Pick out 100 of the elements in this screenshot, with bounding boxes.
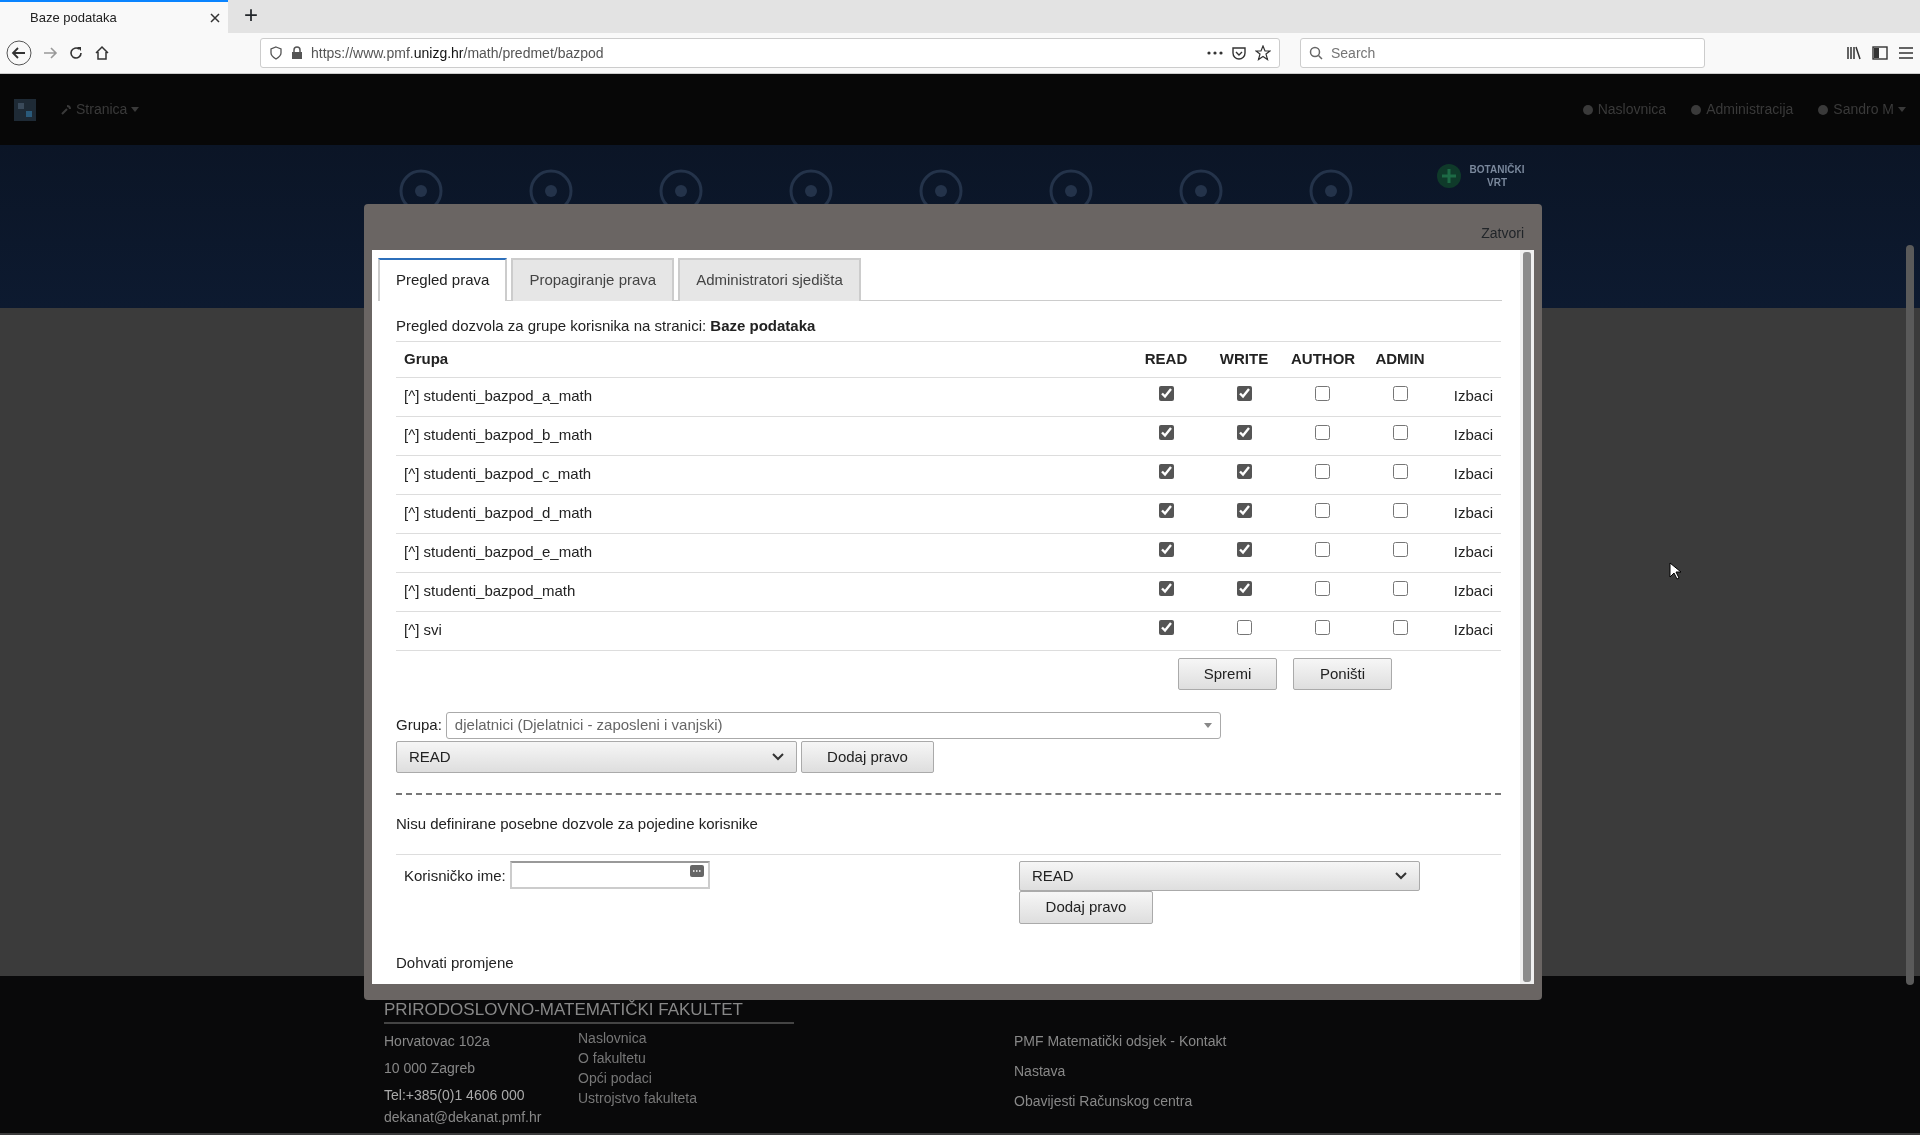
browser-tab[interactable]: Baze podataka: [0, 0, 228, 33]
checkbox[interactable]: [1158, 503, 1174, 519]
checkbox[interactable]: [1392, 386, 1408, 402]
tab-title: Baze podataka: [30, 8, 117, 27]
address-line: Tel:+385(0)1 4606 000: [384, 1086, 526, 1105]
sidebar-icon[interactable]: [1872, 45, 1888, 61]
checkbox[interactable]: [1158, 542, 1174, 558]
intro-text: Pregled dozvola za grupe korisnika na stranici: Baze podataka: [396, 315, 817, 336]
remove-link[interactable]: Izbaci: [1453, 582, 1493, 600]
checkbox[interactable]: [1314, 581, 1330, 597]
checkbox[interactable]: [1314, 386, 1330, 402]
new-tab-button[interactable]: +: [228, 0, 274, 33]
tab[interactable]: Administratori sjedišta: [678, 258, 861, 301]
scrollbar-thumb[interactable]: [1523, 252, 1531, 982]
remove-link[interactable]: Izbaci: [1453, 426, 1493, 444]
column-header: WRITE: [1205, 341, 1283, 377]
footer-link[interactable]: Nastava: [1014, 1056, 1227, 1086]
scrollbar-thumb[interactable]: [1906, 245, 1914, 985]
remove-link[interactable]: Izbaci: [1453, 621, 1493, 639]
address-bar[interactable]: https://www.pmf.unizg.hr/math/predmet/bazpod: [260, 38, 1280, 68]
chevron-icon: [1395, 871, 1407, 880]
checkbox[interactable]: [1392, 464, 1408, 480]
remove-link[interactable]: Izbaci: [1453, 543, 1493, 561]
footer-link[interactable]: Ustrojstvo fakulteta: [578, 1088, 698, 1108]
search-field[interactable]: Search: [1300, 38, 1705, 68]
checkbox[interactable]: [1158, 464, 1174, 480]
checkbox[interactable]: [1158, 425, 1174, 441]
checkbox[interactable]: [1236, 386, 1252, 402]
wrench-icon: [60, 103, 72, 116]
group-name: [^] studenti_bazpod_e_math: [396, 533, 1127, 572]
checkbox[interactable]: [1236, 542, 1252, 558]
remove-link[interactable]: Izbaci: [1453, 504, 1493, 522]
library-icon[interactable]: [1846, 45, 1862, 61]
username-field[interactable]: [509, 860, 710, 889]
more-icon[interactable]: [1207, 51, 1223, 55]
checkbox[interactable]: [1392, 542, 1408, 558]
column-header: READ: [1127, 341, 1205, 377]
column-header: Grupa: [396, 341, 1127, 377]
remove-link[interactable]: Izbaci: [1453, 465, 1493, 483]
checkbox[interactable]: [1392, 503, 1408, 519]
logo-icon[interactable]: [14, 98, 36, 121]
keyboard-icon: [689, 864, 704, 877]
add-button[interactable]: Dodaj pravo: [801, 740, 934, 773]
cursor-icon: [1669, 562, 1681, 580]
checkbox[interactable]: [1314, 503, 1330, 519]
banner-label[interactable]: BOTANIČKI VRT: [1469, 163, 1525, 189]
menu-icon[interactable]: [1898, 46, 1914, 60]
rights-select[interactable]: READ: [1019, 860, 1420, 891]
pocket-icon[interactable]: [1231, 45, 1247, 61]
column-header: ADMIN: [1361, 341, 1439, 377]
checkbox[interactable]: [1392, 581, 1408, 597]
checkbox[interactable]: [1236, 620, 1252, 636]
chevron-icon: [772, 752, 784, 761]
url-text: https://www.pmf.unizg.hr/math/predmet/bazpod: [311, 43, 605, 63]
footer-link[interactable]: O fakultetu: [578, 1048, 698, 1068]
checkbox[interactable]: [1236, 581, 1252, 597]
checkbox[interactable]: [1314, 620, 1330, 636]
group-name: [^] svi: [396, 611, 1127, 650]
lock-icon: [291, 46, 303, 60]
checkbox[interactable]: [1314, 542, 1330, 558]
group-select[interactable]: djelatnici (Djelatnici - zaposleni i vanjski): [445, 711, 1221, 739]
action-button[interactable]: Poništi: [1293, 657, 1392, 690]
remove-link[interactable]: Izbaci: [1453, 387, 1493, 405]
checkbox[interactable]: [1158, 386, 1174, 402]
checkbox[interactable]: [1314, 464, 1330, 480]
action-button[interactable]: Spremi: [1178, 657, 1277, 690]
group-name: [^] studenti_bazpod_c_math: [396, 455, 1127, 494]
tab[interactable]: Pregled prava: [378, 258, 508, 301]
address-line: 10 000 Zagreb: [384, 1059, 477, 1078]
footer-link[interactable]: PMF Matematički odsjek - Kontakt: [1014, 1026, 1227, 1056]
checkbox[interactable]: [1236, 464, 1252, 480]
address-line: dekanat@dekanat.pmf.hr: [384, 1109, 543, 1126]
fetch-link[interactable]: Dohvati promjene: [396, 951, 514, 974]
group-name: [^] studenti_bazpod_b_math: [396, 416, 1127, 455]
checkbox[interactable]: [1392, 620, 1408, 636]
plant-icon[interactable]: [1435, 163, 1462, 189]
footer-link[interactable]: Obavijesti Računskog centra: [1014, 1086, 1227, 1116]
star-icon[interactable]: [1255, 45, 1271, 61]
footer-link[interactable]: Opći podaci: [578, 1068, 698, 1088]
checkbox[interactable]: [1158, 620, 1174, 636]
field-label: Grupa:: [396, 714, 442, 735]
caret-icon: [1203, 722, 1212, 728]
tab[interactable]: Propagiranje prava: [511, 258, 675, 301]
checkbox[interactable]: [1314, 425, 1330, 441]
footer-link[interactable]: Naslovnica: [578, 1028, 698, 1048]
back-icon[interactable]: [6, 40, 32, 66]
group-name: [^] studenti_bazpod_math: [396, 572, 1127, 611]
forward-icon[interactable]: [42, 45, 58, 61]
address-line: Horvatovac 102a: [384, 1032, 491, 1051]
checkbox[interactable]: [1392, 425, 1408, 441]
add-button[interactable]: Dodaj pravo: [1019, 891, 1153, 924]
group-name: [^] studenti_bazpod_a_math: [396, 377, 1127, 416]
checkbox[interactable]: [1158, 581, 1174, 597]
checkbox[interactable]: [1236, 503, 1252, 519]
caret-icon: [131, 107, 140, 112]
checkbox[interactable]: [1236, 425, 1252, 441]
rights-select[interactable]: READ: [396, 740, 797, 773]
close-icon[interactable]: [210, 12, 220, 23]
column-header: AUTHOR: [1283, 341, 1361, 377]
reload-icon[interactable]: [68, 45, 84, 61]
